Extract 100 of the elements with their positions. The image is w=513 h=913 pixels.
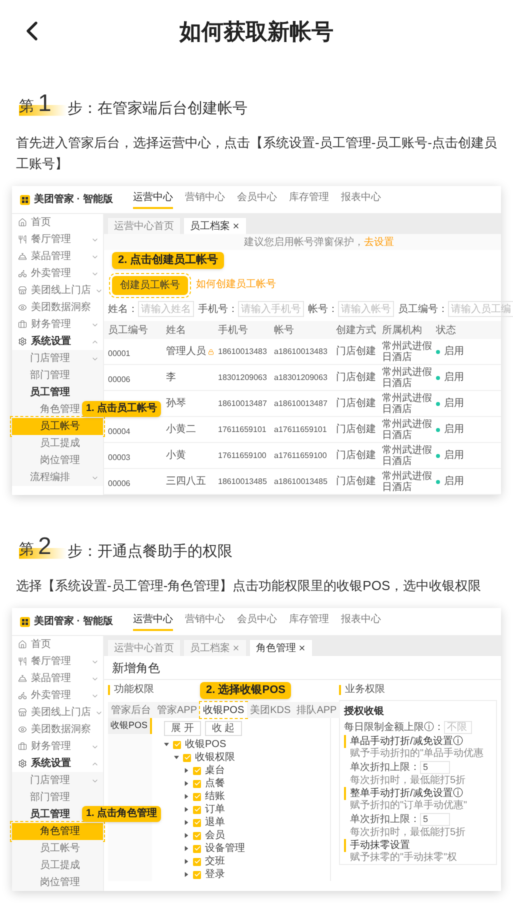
table-cell: 00006 bbox=[108, 478, 130, 488]
checkbox[interactable] bbox=[193, 858, 201, 866]
field-label: 单次折扣上限： bbox=[350, 812, 420, 826]
nav-tab[interactable]: 库存管理 bbox=[288, 190, 329, 209]
checkbox[interactable] bbox=[183, 754, 191, 762]
checkbox[interactable] bbox=[193, 818, 201, 826]
create-account-button[interactable]: 创建员工帐号 bbox=[112, 276, 188, 295]
sidebar-item[interactable]: 门店管理 bbox=[12, 772, 103, 789]
checkbox[interactable] bbox=[193, 792, 201, 800]
page-tab[interactable]: 角色管理 bbox=[250, 640, 312, 656]
table-cell-text: a18610013483 bbox=[274, 346, 328, 358]
discount-field[interactable]: 5 bbox=[420, 761, 450, 774]
permission-group[interactable]: 收银POS bbox=[108, 718, 152, 734]
page-tab[interactable]: 员工档案 bbox=[184, 218, 246, 234]
permission-tab[interactable]: 管家后台 bbox=[108, 702, 154, 718]
eye-icon bbox=[18, 303, 27, 312]
caret-icon[interactable] bbox=[184, 872, 189, 877]
sidebar-item[interactable]: 角色管理 bbox=[12, 823, 103, 840]
table-cell-text: 17611659100 bbox=[218, 450, 268, 462]
tree-button[interactable]: 收 起 bbox=[204, 720, 242, 736]
permission-tab[interactable]: 排队APP bbox=[294, 702, 340, 718]
table-cell-text: a18301209063 bbox=[274, 372, 328, 384]
filter-field[interactable]: 请输入员工编 bbox=[448, 301, 513, 317]
filter-field[interactable]: 请输入手机号 bbox=[238, 301, 304, 317]
nav-tab[interactable]: 营销中心 bbox=[184, 190, 225, 209]
sidebar-item[interactable]: 员工帐号 bbox=[12, 840, 103, 857]
field-label: 每日限制金额上限ⓘ： bbox=[344, 720, 444, 734]
sidebar-item[interactable]: 岗位管理 bbox=[12, 874, 103, 891]
nav-tab[interactable]: 营销中心 bbox=[184, 612, 225, 631]
table-cell-text: 李 bbox=[166, 370, 176, 385]
table-cell-text: 三四八五 bbox=[166, 475, 206, 489]
table-cell-text: a18610013487 bbox=[274, 398, 328, 410]
filter-field[interactable]: 请输入帐号 bbox=[338, 301, 394, 317]
nav-tab[interactable]: 会员中心 bbox=[236, 190, 277, 209]
caret-icon[interactable] bbox=[184, 833, 189, 838]
tree-label: 收银POS bbox=[185, 740, 226, 750]
table-cell: 00003 bbox=[108, 452, 130, 462]
nav-tab[interactable]: 会员中心 bbox=[236, 612, 277, 631]
permission-tab[interactable]: 管家APP bbox=[154, 702, 200, 718]
column-header: 创建方式 bbox=[336, 324, 377, 338]
caret-icon[interactable] bbox=[184, 807, 189, 812]
page-tab[interactable]: 运营中心首页 bbox=[108, 640, 180, 656]
table-cell-text: 孙琴 bbox=[166, 397, 186, 411]
checkbox[interactable] bbox=[193, 806, 201, 814]
nav-tab[interactable]: 运营中心 bbox=[132, 612, 173, 631]
page-tab[interactable]: 员工档案 bbox=[184, 640, 246, 656]
caret-icon[interactable] bbox=[184, 846, 189, 851]
caret-icon[interactable] bbox=[184, 859, 189, 864]
checkbox[interactable] bbox=[193, 780, 201, 788]
filter-label: 姓名： bbox=[108, 302, 138, 316]
caret-icon[interactable] bbox=[184, 768, 189, 773]
sidebar-item[interactable]: 美团线上门店 bbox=[12, 282, 103, 299]
table-cell-text: 18610013487 bbox=[218, 398, 268, 410]
status-text: 启用 bbox=[444, 448, 464, 463]
filter-field[interactable]: 请输入姓名 bbox=[138, 301, 194, 317]
column-header: 员工编号 bbox=[108, 324, 149, 338]
caret-icon[interactable] bbox=[164, 742, 169, 747]
caret-icon[interactable] bbox=[174, 755, 179, 760]
caret-icon[interactable] bbox=[184, 794, 189, 799]
sidebar-item[interactable]: 美团线上门店 bbox=[12, 704, 103, 721]
tree-button[interactable]: 展 开 bbox=[164, 720, 201, 736]
permission-tab[interactable]: 美团KDS bbox=[247, 702, 294, 718]
sidebar-item[interactable]: 员工提成 bbox=[12, 857, 103, 874]
setting-hint: 每次折扣时，最低能打5折 bbox=[349, 827, 467, 839]
sidebar-item[interactable]: 流程编排 bbox=[12, 469, 103, 486]
limit-field[interactable]: 不限 bbox=[444, 720, 472, 734]
page-tab[interactable]: 运营中心首页 bbox=[108, 218, 180, 234]
table-cell-text: 18610013483 bbox=[218, 346, 268, 358]
setting-title: 单品手动打折/减免设置ⓘ bbox=[344, 735, 492, 748]
checkbox[interactable] bbox=[193, 870, 201, 878]
settings-icon bbox=[18, 337, 27, 346]
checkbox[interactable] bbox=[193, 832, 201, 840]
store-icon bbox=[18, 708, 27, 717]
nav-tab[interactable]: 报表中心 bbox=[340, 190, 381, 209]
nav-tab[interactable]: 报表中心 bbox=[340, 612, 381, 631]
checkbox[interactable] bbox=[173, 740, 181, 748]
tree-label: 交班 bbox=[205, 856, 225, 866]
sidebar-item[interactable]: 门店管理 bbox=[12, 350, 103, 367]
callout-tooltip: 2. 点击创建员工帐号 bbox=[112, 252, 224, 269]
caret-icon[interactable] bbox=[184, 820, 189, 825]
sidebar-item[interactable]: 员工管理 bbox=[12, 384, 103, 401]
nav-tab[interactable]: 库存管理 bbox=[288, 612, 329, 631]
sidebar-item[interactable]: 员工提成 bbox=[12, 435, 103, 452]
column-header: 帐号 bbox=[274, 324, 295, 338]
caret-icon[interactable] bbox=[184, 781, 189, 786]
setting-title: 整单手动打折/减免设置ⓘ bbox=[344, 787, 492, 800]
tree-label: 会员 bbox=[205, 830, 225, 840]
table-cell: 00001 bbox=[108, 348, 130, 358]
table-cell: 00004 bbox=[108, 426, 130, 436]
checkbox[interactable] bbox=[193, 766, 201, 774]
sidebar-item[interactable]: 部门管理 bbox=[12, 789, 103, 806]
sidebar-item[interactable]: 部门管理 bbox=[12, 367, 103, 384]
logo-icon bbox=[20, 194, 30, 204]
sidebar-item[interactable]: 岗位管理 bbox=[12, 452, 103, 469]
checkbox[interactable] bbox=[193, 844, 201, 852]
sidebar-item[interactable]: 员工帐号 bbox=[12, 418, 103, 435]
close-icon[interactable] bbox=[232, 222, 240, 230]
discount-field[interactable]: 5 bbox=[420, 813, 450, 826]
close-icon[interactable] bbox=[298, 644, 306, 652]
nav-tab[interactable]: 运营中心 bbox=[132, 190, 173, 209]
